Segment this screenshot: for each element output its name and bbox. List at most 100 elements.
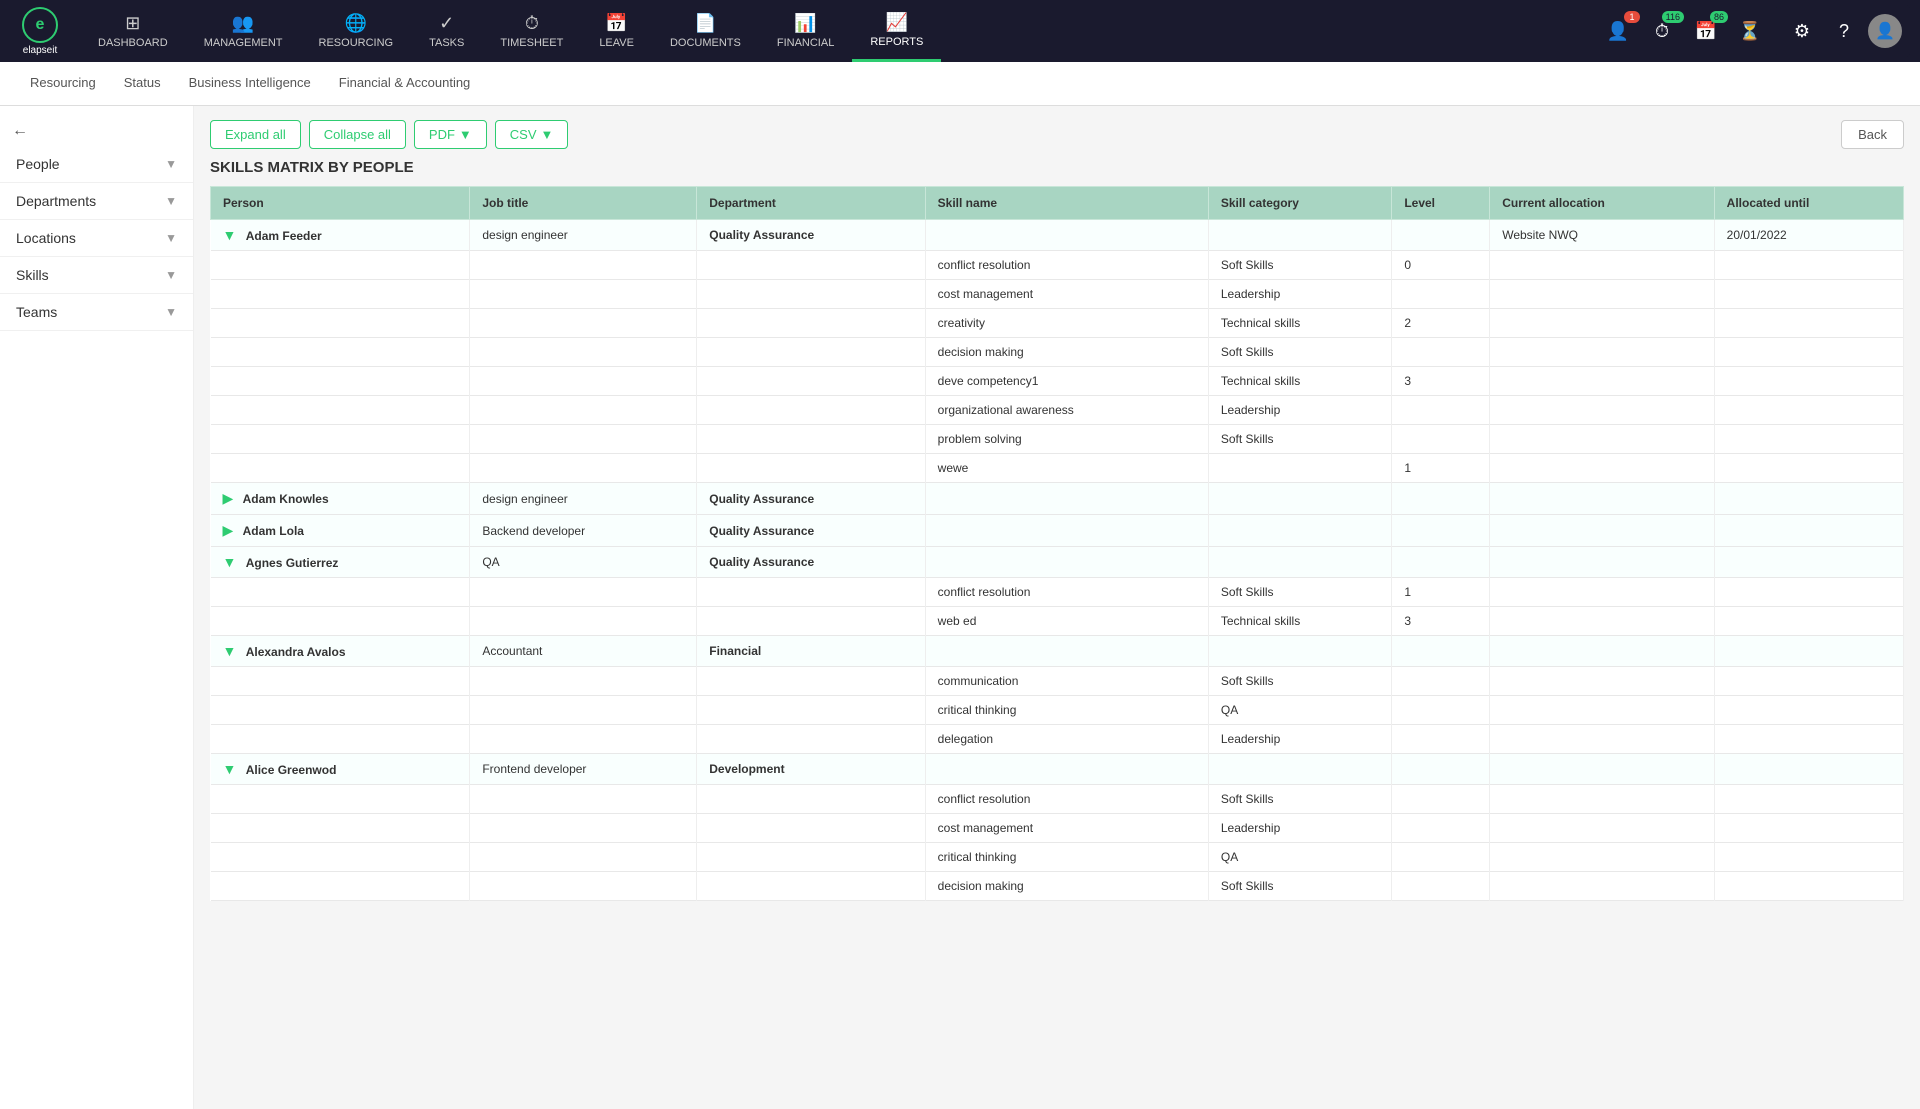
skill-person-cell [211, 872, 470, 901]
col-allocated-until: Allocated until [1714, 187, 1903, 220]
skill-dept-cell [697, 872, 925, 901]
sidebar-item-departments[interactable]: Departments ▼ [0, 183, 193, 220]
people-notification-btn[interactable]: 👤 1 [1600, 13, 1636, 49]
sidebar-item-skills[interactable]: Skills ▼ [0, 257, 193, 294]
nav-reports-label: REPORTS [870, 36, 923, 48]
skill-level-cell [1392, 785, 1490, 814]
skill-person-cell [211, 309, 470, 338]
chevron-down-icon: ▼ [165, 194, 177, 208]
person-name: Adam Knowles [243, 492, 329, 506]
skill-dept-cell [697, 367, 925, 396]
skill-level-cell [1392, 843, 1490, 872]
skill-category-cell: Soft Skills [1208, 667, 1391, 696]
skill-name-cell: critical thinking [925, 696, 1208, 725]
person-department-cell: Development [697, 754, 925, 785]
hourglass-btn[interactable]: ⏳ [1732, 13, 1768, 49]
nav-documents-label: DOCUMENTS [670, 37, 741, 49]
person-allocation-cell: Website NWQ [1490, 220, 1714, 251]
skill-allocation-cell [1490, 607, 1714, 636]
skill-dept-cell [697, 280, 925, 309]
skill-level-cell [1392, 280, 1490, 309]
person-name-cell: ▼ Agnes Gutierrez [211, 547, 470, 578]
sidebar-item-locations[interactable]: Locations ▼ [0, 220, 193, 257]
table-row[interactable]: ▶ Adam Knowles design engineer Quality A… [211, 483, 1904, 515]
app-logo[interactable]: e elapseit [10, 7, 70, 56]
nav-management[interactable]: 👥 MANAGEMENT [186, 0, 301, 62]
skill-name-cell: critical thinking [925, 843, 1208, 872]
main-content: Expand all Collapse all PDF ▼ CSV ▼ Back… [194, 106, 1920, 1109]
person-allocated-until-cell [1714, 515, 1903, 547]
skill-person-cell [211, 454, 470, 483]
table-row[interactable]: ▼ Alexandra Avalos Accountant Financial [211, 636, 1904, 667]
person-allocation-cell [1490, 636, 1714, 667]
table-row[interactable]: ▼ Agnes Gutierrez QA Quality Assurance [211, 547, 1904, 578]
skill-row: conflict resolution Soft Skills 1 [211, 578, 1904, 607]
nav-resourcing[interactable]: 🌐 RESOURCING [301, 0, 412, 62]
person-level-cell [1392, 220, 1490, 251]
person-skill-category-cell [1208, 515, 1391, 547]
skill-person-cell [211, 696, 470, 725]
person-name: Agnes Gutierrez [246, 556, 339, 570]
skill-level-cell: 1 [1392, 578, 1490, 607]
skill-dept-cell [697, 814, 925, 843]
person-skill-category-cell [1208, 547, 1391, 578]
skill-category-cell: Leadership [1208, 280, 1391, 309]
settings-btn[interactable]: ⚙ [1784, 13, 1820, 49]
person-allocated-until-cell [1714, 636, 1903, 667]
expand-icon: ▼ [223, 554, 237, 570]
skill-category-cell: Leadership [1208, 725, 1391, 754]
skill-allocation-cell [1490, 696, 1714, 725]
skill-job-cell [470, 578, 697, 607]
calendar-notification-btn[interactable]: 📅 86 [1688, 13, 1724, 49]
person-department-cell: Quality Assurance [697, 547, 925, 578]
person-name-cell: ▼ Alexandra Avalos [211, 636, 470, 667]
skill-name-cell: conflict resolution [925, 251, 1208, 280]
tab-financial[interactable]: Financial & Accounting [325, 62, 485, 106]
avatar-placeholder: 👤 [1875, 21, 1895, 41]
person-skill-category-cell [1208, 636, 1391, 667]
sidebar-item-people[interactable]: People ▼ [0, 146, 193, 183]
timer-icon: ⏱ [1655, 21, 1669, 42]
nav-timesheet-label: TIMESHEET [500, 37, 563, 49]
tab-resourcing[interactable]: Resourcing [16, 62, 110, 106]
person-name: Adam Lola [243, 524, 304, 538]
person-job-title-cell: Backend developer [470, 515, 697, 547]
nav-dashboard[interactable]: ⊞ DASHBOARD [80, 0, 186, 62]
nav-timesheet[interactable]: ⏱ TIMESHEET [482, 0, 581, 62]
nav-financial[interactable]: 📊 FINANCIAL [759, 0, 852, 62]
pdf-button[interactable]: PDF ▼ [414, 120, 487, 149]
skill-row: web ed Technical skills 3 [211, 607, 1904, 636]
nav-tasks[interactable]: ✓ TASKS [411, 0, 482, 62]
sidebar-item-teams[interactable]: Teams ▼ [0, 294, 193, 331]
sidebar-back-btn[interactable]: ← [0, 116, 193, 146]
person-name-cell: ▶ Adam Lola [211, 515, 470, 547]
csv-button[interactable]: CSV ▼ [495, 120, 569, 149]
help-btn[interactable]: ? [1826, 13, 1862, 49]
person-name: Alice Greenwod [246, 763, 337, 777]
table-row[interactable]: ▶ Adam Lola Backend developer Quality As… [211, 515, 1904, 547]
skill-category-cell: Leadership [1208, 814, 1391, 843]
people-badge: 1 [1624, 11, 1640, 23]
timer-notification-btn[interactable]: ⏱ 116 [1644, 13, 1680, 49]
table-row[interactable]: ▼ Alice Greenwod Frontend developer Deve… [211, 754, 1904, 785]
collapse-all-button[interactable]: Collapse all [309, 120, 406, 149]
table-row[interactable]: ▼ Adam Feeder design engineer Quality As… [211, 220, 1904, 251]
back-button[interactable]: Back [1841, 120, 1904, 149]
skill-name-cell: wewe [925, 454, 1208, 483]
skill-until-cell [1714, 843, 1903, 872]
skill-job-cell [470, 280, 697, 309]
skill-allocation-cell [1490, 814, 1714, 843]
skill-name-cell: web ed [925, 607, 1208, 636]
tab-status[interactable]: Status [110, 62, 175, 106]
skill-job-cell [470, 785, 697, 814]
nav-leave[interactable]: 📅 LEAVE [581, 0, 652, 62]
tab-bi[interactable]: Business Intelligence [175, 62, 325, 106]
expand-all-button[interactable]: Expand all [210, 120, 301, 149]
person-name: Alexandra Avalos [246, 645, 346, 659]
nav-documents[interactable]: 📄 DOCUMENTS [652, 0, 759, 62]
avatar[interactable]: 👤 [1868, 14, 1902, 48]
col-department: Department [697, 187, 925, 220]
skill-job-cell [470, 667, 697, 696]
nav-reports[interactable]: 📈 REPORTS [852, 0, 941, 62]
skill-row: critical thinking QA [211, 696, 1904, 725]
